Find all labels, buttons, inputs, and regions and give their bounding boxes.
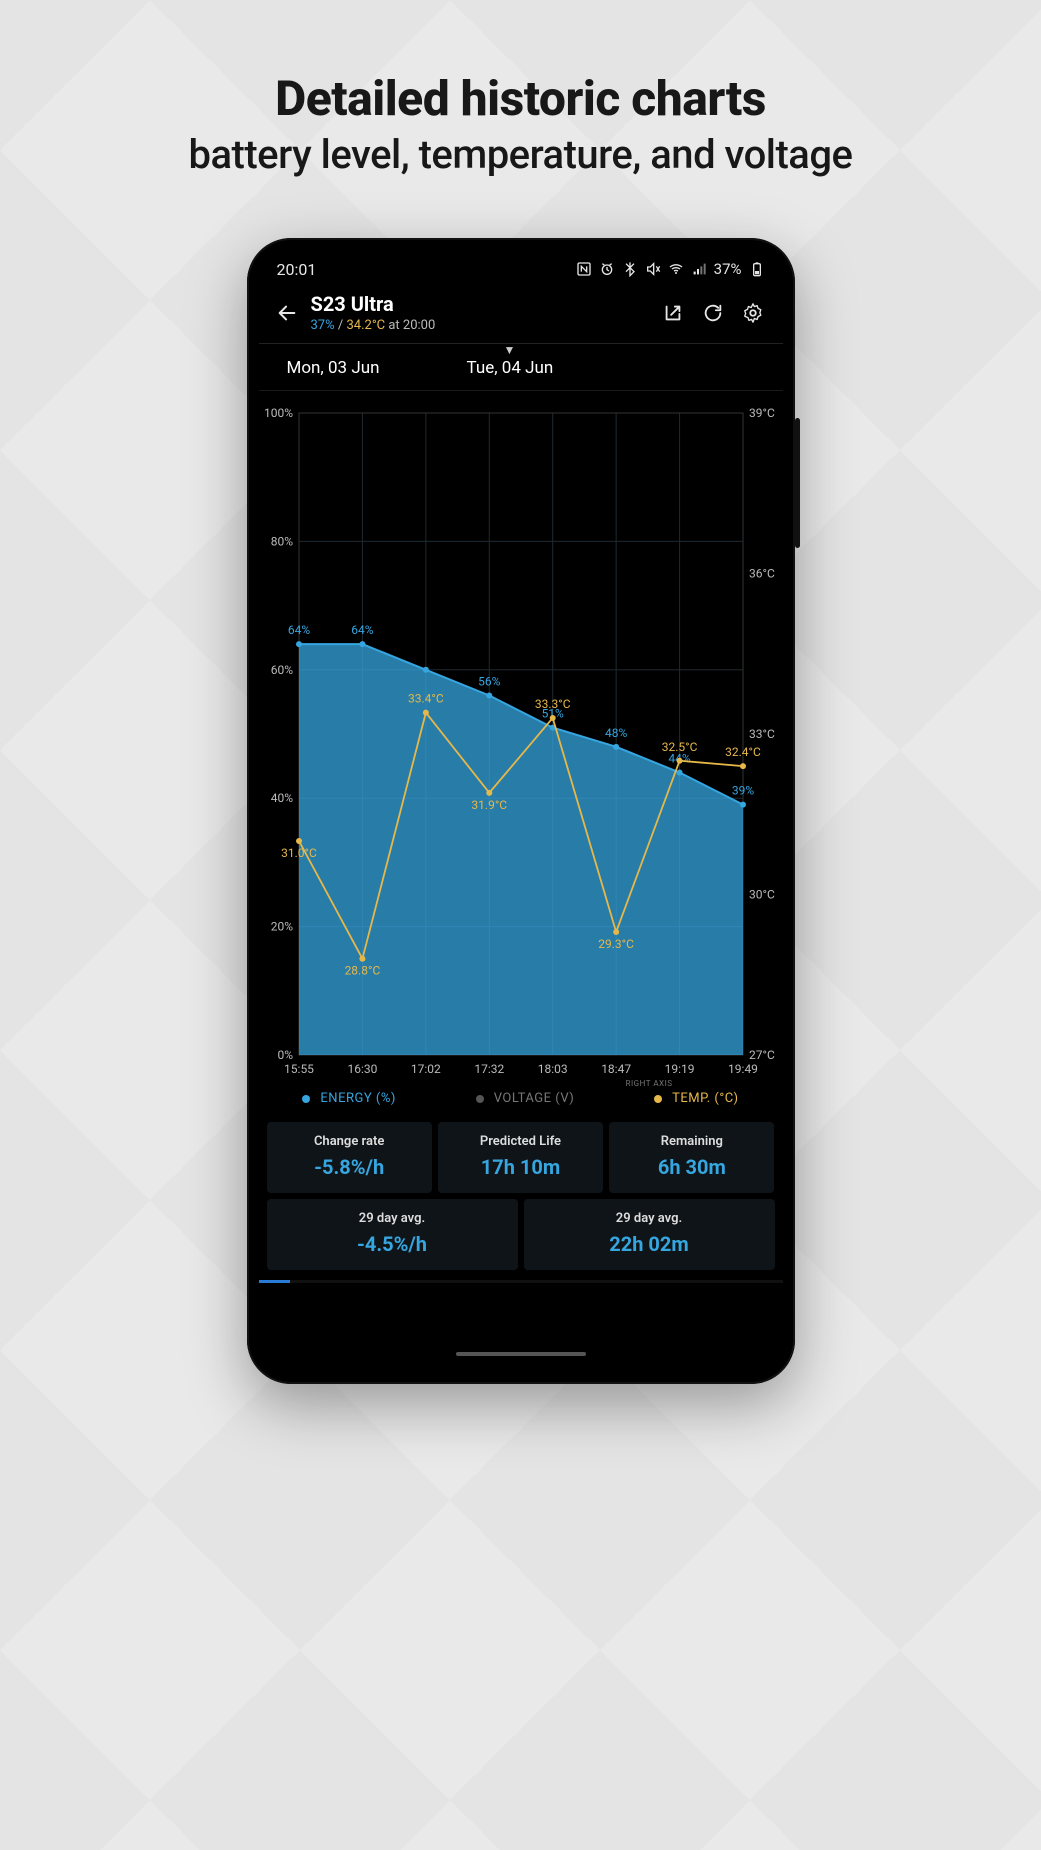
status-battery-text: 37% (714, 260, 742, 278)
status-time: 20:01 (277, 260, 317, 279)
card-remaining[interactable]: Remaining 6h 30m (609, 1122, 774, 1193)
subtitle-temp: 34.2°C (346, 318, 385, 333)
gear-icon (742, 302, 764, 324)
svg-text:33.3°C: 33.3°C (534, 697, 570, 711)
wifi-icon (668, 261, 684, 277)
share-button[interactable] (653, 293, 693, 333)
dot-icon (654, 1095, 662, 1103)
svg-text:30°C: 30°C (749, 888, 775, 902)
card-change-rate[interactable]: Change rate -5.8%/h (267, 1122, 432, 1193)
back-arrow-icon (276, 302, 298, 324)
app-bar: S23 Ultra 37% / 34.2°C at 20:00 (259, 286, 783, 344)
svg-text:28.8°C: 28.8°C (344, 964, 380, 978)
legend-voltage[interactable]: VOLTAGE (V) (476, 1091, 575, 1106)
legend-energy-label: ENERGY (%) (320, 1091, 395, 1106)
phone-frame: 20:01 37% S23 Ultra 37% / 34.2°C at 20:0… (247, 238, 795, 1384)
settings-button[interactable] (733, 293, 773, 333)
card-29day-life[interactable]: 29 day avg. 22h 02m (524, 1199, 775, 1270)
svg-text:80%: 80% (270, 534, 292, 548)
svg-text:32.4°C: 32.4°C (725, 745, 761, 759)
marketing-subtitle: battery level, temperature, and voltage (189, 131, 853, 178)
svg-text:60%: 60% (270, 663, 292, 677)
card-value: 6h 30m (613, 1155, 770, 1179)
svg-text:100%: 100% (263, 406, 292, 420)
svg-text:17:32: 17:32 (474, 1062, 504, 1076)
svg-text:20%: 20% (270, 920, 292, 934)
tab-day-1[interactable]: Mon, 03 Jun (259, 358, 439, 378)
battery-icon (749, 261, 765, 277)
card-label: 29 day avg. (271, 1211, 514, 1226)
chart-legend: RIGHT AXIS ENERGY (%) VOLTAGE (V) TEMP. … (259, 1085, 783, 1116)
back-button[interactable] (267, 293, 307, 333)
dot-icon (302, 1095, 310, 1103)
status-bar: 20:01 37% (259, 252, 783, 286)
nfc-icon (576, 261, 592, 277)
svg-text:40%: 40% (270, 791, 292, 805)
svg-text:19:19: 19:19 (664, 1062, 694, 1076)
svg-text:39°C: 39°C (749, 406, 775, 420)
marketing-header: Detailed historic charts battery level, … (189, 70, 853, 178)
phone-screen: 20:01 37% S23 Ultra 37% / 34.2°C at 20:0… (259, 252, 783, 1362)
refresh-icon (702, 302, 724, 324)
subtitle-tail: at 20:00 (385, 318, 435, 333)
card-predicted-life[interactable]: Predicted Life 17h 10m (438, 1122, 603, 1193)
svg-text:27°C: 27°C (749, 1048, 775, 1062)
card-label: Change rate (271, 1134, 428, 1149)
device-name: S23 Ultra (311, 292, 653, 316)
svg-text:18:03: 18:03 (537, 1062, 567, 1076)
bottom-progress (259, 1280, 783, 1283)
card-label: 29 day avg. (528, 1211, 771, 1226)
marketing-title: Detailed historic charts (189, 70, 853, 127)
card-label: Predicted Life (442, 1134, 599, 1149)
svg-text:29.3°C: 29.3°C (598, 937, 634, 951)
svg-text:56%: 56% (478, 674, 500, 688)
card-29day-rate[interactable]: 29 day avg. -4.5%/h (267, 1199, 518, 1270)
device-subtitle: 37% / 34.2°C at 20:00 (311, 318, 653, 333)
alarm-icon (599, 261, 615, 277)
svg-text:39%: 39% (731, 784, 753, 798)
svg-text:31.0°C: 31.0°C (281, 846, 317, 860)
legend-temp[interactable]: TEMP. (°C) (654, 1091, 738, 1106)
dot-icon (476, 1095, 484, 1103)
svg-text:15:55: 15:55 (284, 1062, 314, 1076)
card-value: -4.5%/h (271, 1232, 514, 1256)
card-value: 22h 02m (528, 1232, 771, 1256)
svg-text:33°C: 33°C (749, 727, 775, 741)
card-value: -5.8%/h (271, 1155, 428, 1179)
svg-text:31.9°C: 31.9°C (471, 798, 507, 812)
history-chart[interactable]: 0% 20% 40% 60% 80% 100% 27°C 30°C 33°C 36°C 39°C 15… (259, 405, 783, 1085)
card-value: 17h 10m (442, 1155, 599, 1179)
summary-cards-row2: 29 day avg. -4.5%/h 29 day avg. 22h 02m (259, 1199, 783, 1270)
date-marker-icon: ▼ (504, 343, 516, 357)
svg-text:36°C: 36°C (749, 567, 775, 581)
svg-text:32.5°C: 32.5°C (661, 740, 697, 754)
nav-pill[interactable] (456, 1352, 586, 1356)
share-icon (662, 302, 684, 324)
mute-icon (645, 261, 661, 277)
svg-text:17:02: 17:02 (410, 1062, 440, 1076)
svg-text:0%: 0% (277, 1048, 293, 1062)
svg-text:19:49: 19:49 (728, 1062, 758, 1076)
bluetooth-icon (622, 261, 638, 277)
svg-text:64%: 64% (351, 623, 373, 637)
legend-voltage-label: VOLTAGE (V) (494, 1091, 575, 1106)
tab-day-2[interactable]: Tue, 04 Jun (439, 358, 619, 378)
legend-energy[interactable]: ENERGY (%) (302, 1091, 395, 1106)
subtitle-sep: / (335, 318, 347, 333)
svg-text:33.4°C: 33.4°C (408, 692, 444, 706)
appbar-title-block: S23 Ultra 37% / 34.2°C at 20:00 (307, 292, 653, 333)
svg-text:16:30: 16:30 (347, 1062, 377, 1076)
subtitle-percent: 37% (311, 318, 335, 333)
legend-temp-label: TEMP. (°C) (672, 1091, 738, 1106)
card-label: Remaining (613, 1134, 770, 1149)
svg-text:48%: 48% (605, 726, 627, 740)
date-tabs[interactable]: ▼ Mon, 03 Jun Tue, 04 Jun (259, 344, 783, 391)
svg-text:64%: 64% (287, 623, 309, 637)
summary-cards-row1: Change rate -5.8%/h Predicted Life 17h 1… (259, 1122, 783, 1193)
svg-text:18:47: 18:47 (601, 1062, 631, 1076)
right-axis-label: RIGHT AXIS (626, 1079, 673, 1088)
refresh-button[interactable] (693, 293, 733, 333)
signal-icon (691, 261, 707, 277)
